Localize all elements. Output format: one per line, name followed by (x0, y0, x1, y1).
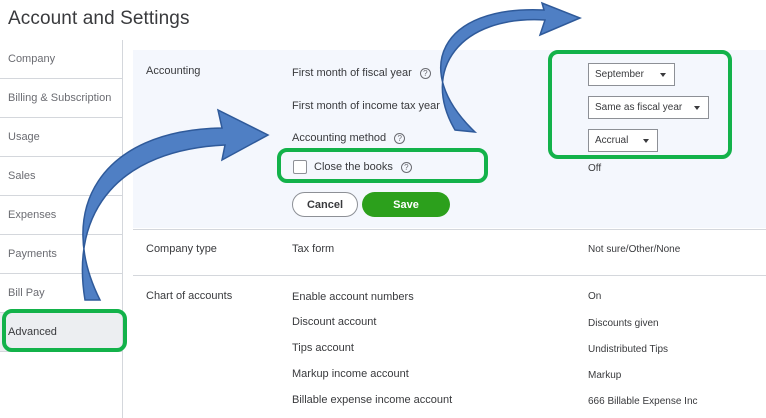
coa-row-label: Tips account (292, 342, 354, 354)
chart-of-accounts-title[interactable]: Chart of accounts (146, 290, 232, 302)
coa-row-value: On (588, 291, 602, 302)
page-title: Account and Settings (8, 8, 190, 29)
section-divider (133, 229, 766, 230)
sidebar-item-sales[interactable]: Sales (0, 157, 122, 196)
close-books-value: Off (588, 163, 602, 174)
coa-row-value: 666 Billable Expense Inc (588, 396, 698, 407)
coa-row-label: Enable account numbers (292, 291, 414, 303)
tax-form-label: Tax form (292, 243, 335, 255)
accounting-method-label: Accounting method ? (292, 132, 406, 144)
coa-row-value: Undistributed Tips (588, 344, 669, 355)
tax-form-value: Not sure/Other/None (588, 244, 681, 255)
cancel-button[interactable]: Cancel (292, 192, 358, 217)
sidebar-item-company[interactable]: Company (0, 40, 122, 79)
close-books-highlight-box (277, 148, 488, 183)
coa-row-value: Markup (588, 370, 622, 381)
coa-row-label: Discount account (292, 316, 377, 328)
sidebar-item-usage[interactable]: Usage (0, 118, 122, 157)
company-type-title[interactable]: Company type (146, 243, 217, 255)
accounting-section-title: Accounting (146, 65, 201, 77)
coa-row-label: Markup income account (292, 368, 409, 380)
advanced-highlight-box (2, 309, 127, 352)
sidebar-item-expenses[interactable]: Expenses (0, 196, 122, 235)
dropdowns-highlight-box (548, 50, 732, 159)
income-tax-year-label: First month of income tax year (292, 100, 440, 112)
sidebar-item-payments[interactable]: Payments (0, 235, 122, 274)
help-icon[interactable]: ? (394, 132, 406, 144)
coa-row-label: Billable expense income account (292, 394, 453, 406)
sidebar-item-bill-pay[interactable]: Bill Pay (0, 274, 122, 313)
sidebar-item-billing[interactable]: Billing & Subscription (0, 79, 122, 118)
save-button[interactable]: Save (362, 192, 450, 217)
coa-row-value: Discounts given (588, 318, 659, 329)
section-divider (133, 275, 766, 276)
fiscal-year-label: First month of fiscal year ? (292, 67, 431, 79)
settings-sidebar: Company Billing & Subscription Usage Sal… (0, 40, 123, 418)
help-icon[interactable]: ? (419, 67, 431, 79)
